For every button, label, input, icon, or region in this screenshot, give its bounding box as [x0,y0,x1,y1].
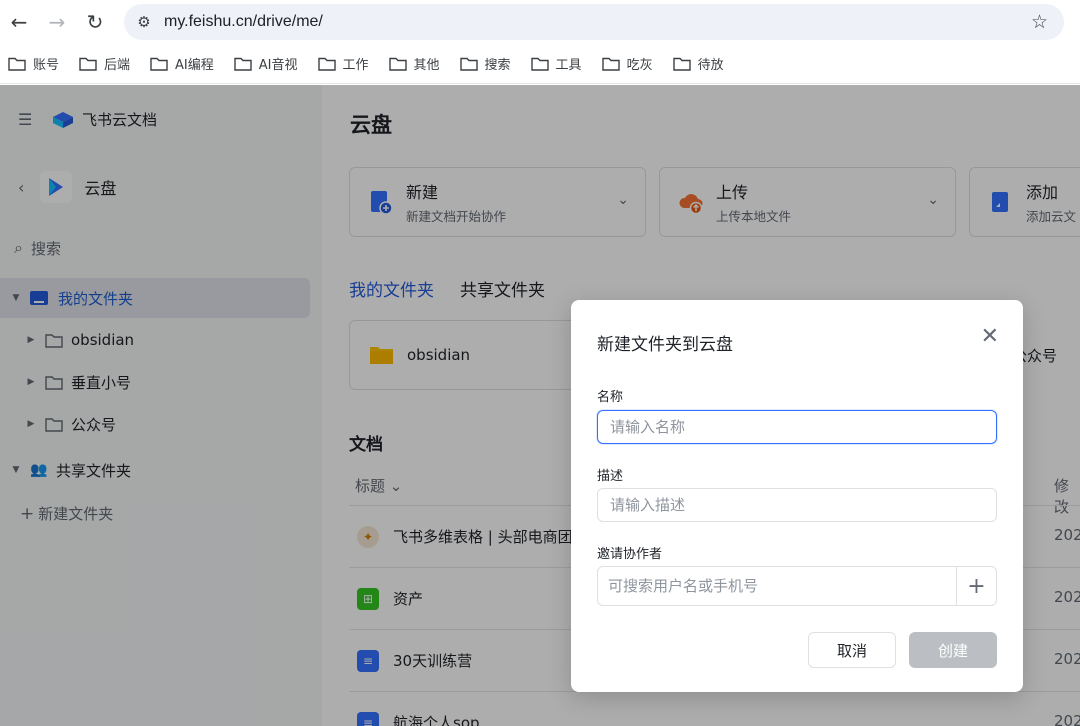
address-bar[interactable]: ⚙ my.feishu.cn/drive/me/ ☆ [124,4,1064,40]
forward-arrow-icon[interactable]: → [38,3,76,41]
bookmark-item[interactable]: 工具 [530,54,582,73]
folder-icon [459,57,478,71]
folder-icon [672,57,691,71]
back-arrow-icon[interactable]: ← [0,3,38,41]
bookmark-star-icon[interactable]: ☆ [1031,11,1048,33]
bookmark-item[interactable]: 工作 [317,54,369,73]
description-input[interactable] [597,488,997,522]
bookmark-item[interactable]: 搜索 [459,54,511,73]
add-collaborator-button[interactable]: + [956,567,996,605]
plus-icon: + [967,573,986,599]
bookmarks-bar: 账号 后端 AI编程 AI音视 工作 其他 搜索 工具 吃灰 待放 [0,44,1080,84]
name-input[interactable] [597,410,997,444]
bookmark-label: 工具 [555,58,582,73]
bookmark-item[interactable]: 其他 [388,54,440,73]
new-folder-dialog: 新建文件夹到云盘 ✕ 名称 描述 邀请协作者 + 取消 创建 [571,300,1023,692]
bookmark-label: 搜索 [484,58,511,73]
invite-label: 邀请协作者 [597,547,663,562]
folder-icon [530,57,549,71]
folder-icon [601,57,620,71]
folder-icon [388,57,407,71]
create-button[interactable]: 创建 [909,632,997,668]
folder-icon [317,57,336,71]
url-text: my.feishu.cn/drive/me/ [164,13,323,30]
bookmark-label: 其他 [413,58,440,73]
bookmark-item[interactable]: AI编程 [150,54,214,73]
site-settings-icon[interactable]: ⚙ [124,13,164,31]
invite-field: + [597,566,997,606]
invite-input[interactable] [598,567,956,605]
bookmark-item[interactable]: 吃灰 [601,54,653,73]
bookmark-item[interactable]: 账号 [8,54,59,73]
reload-icon[interactable]: ↻ [76,3,114,41]
description-label: 描述 [597,469,624,484]
bookmark-label: 账号 [33,58,60,73]
bookmark-item[interactable]: 待放 [672,54,724,73]
bookmark-label: AI音视 [258,58,298,73]
bookmark-label: 后端 [104,58,131,73]
folder-icon [234,57,252,71]
bookmark-label: AI编程 [175,58,214,73]
cancel-button[interactable]: 取消 [808,632,896,668]
bookmark-label: 待放 [697,58,724,73]
browser-toolbar: ← → ↻ ⚙ my.feishu.cn/drive/me/ ☆ [0,0,1080,44]
name-label: 名称 [597,390,624,405]
folder-icon [150,57,168,71]
folder-icon [8,57,26,71]
close-icon[interactable]: ✕ [981,326,999,348]
bookmark-label: 吃灰 [626,58,653,73]
dialog-title: 新建文件夹到云盘 [597,335,733,355]
bookmark-label: 工作 [342,58,369,73]
bookmark-item[interactable]: AI音视 [234,54,298,73]
bookmark-item[interactable]: 后端 [79,54,130,73]
folder-icon [79,57,97,71]
